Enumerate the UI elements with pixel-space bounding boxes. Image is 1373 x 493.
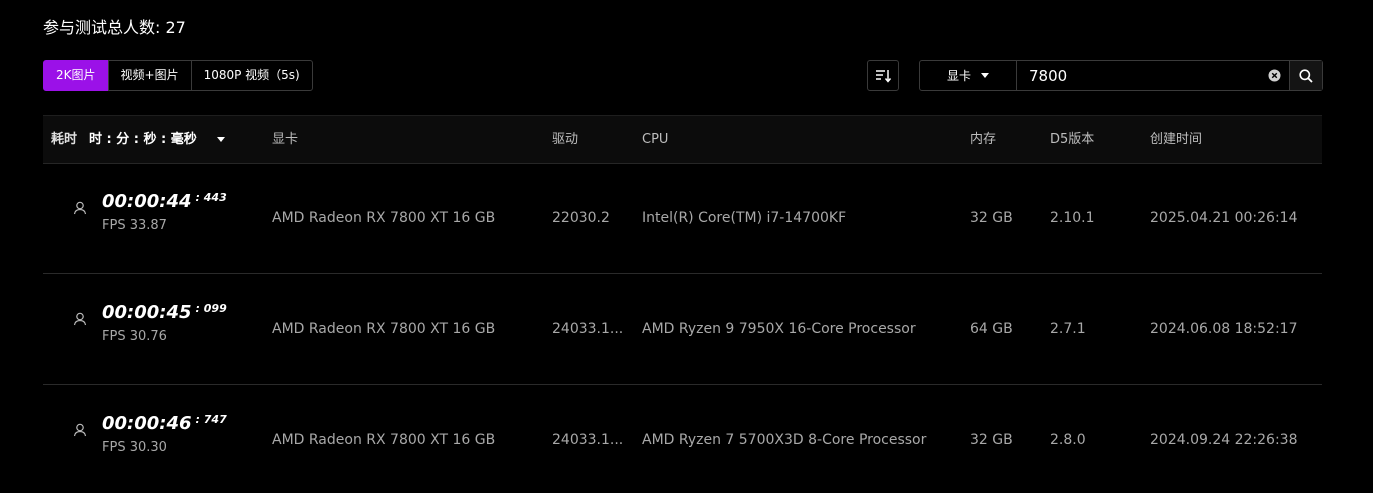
header-cpu: CPU	[642, 132, 669, 147]
user-icon	[73, 312, 87, 326]
cell-created-time: 2024.09.24 22:26:38	[1150, 432, 1298, 448]
elapsed-time: 00:00:45: 099 FPS 30.76	[102, 302, 227, 344]
cell-memory: 32 GB	[970, 210, 1013, 226]
search-icon	[1299, 68, 1313, 83]
cell-cpu: Intel(R) Core(TM) i7-14700KF	[642, 210, 847, 226]
header-time: 耗时 时 : 分 : 秒 : 毫秒	[51, 116, 225, 163]
time-value: 00:00:46	[102, 413, 192, 434]
time-value: 00:00:44	[102, 191, 192, 212]
header-created-time: 创建时间	[1150, 132, 1203, 147]
tab-video-image[interactable]: 视频+图片	[107, 60, 192, 91]
cell-d5-version: 2.10.1	[1050, 210, 1095, 226]
cell-created-time: 2025.04.21 00:26:14	[1150, 210, 1298, 226]
header-driver: 驱动	[552, 132, 579, 147]
table-row[interactable]: 00:00:44: 443 FPS 33.87 AMD Radeon RX 78…	[43, 163, 1322, 274]
header-time-label: 耗时	[51, 132, 78, 147]
fps-value: FPS 30.30	[102, 440, 167, 455]
fps-value: FPS 33.87	[102, 218, 167, 233]
table-header: 耗时 时 : 分 : 秒 : 毫秒 显卡 驱动 CPU 内存 D5版本 创建时间	[43, 115, 1322, 164]
user-icon	[73, 201, 87, 215]
search-type-label: 显卡	[946, 69, 971, 83]
cell-d5-version: 2.8.0	[1050, 432, 1086, 448]
elapsed-time: 00:00:44: 443 FPS 33.87	[102, 191, 227, 233]
cell-driver: 24033.1...	[552, 432, 624, 448]
cell-memory: 32 GB	[970, 432, 1013, 448]
cell-gpu: AMD Radeon RX 7800 XT 16 GB	[272, 432, 496, 448]
cell-created-time: 2024.06.08 18:52:17	[1150, 321, 1298, 337]
time-value: 00:00:45	[102, 302, 192, 323]
clear-icon	[1268, 69, 1280, 82]
cell-memory: 64 GB	[970, 321, 1013, 337]
tab-1080p-video[interactable]: 1080P 视频（5s)	[190, 60, 313, 91]
time-format-label: 时 : 分 : 秒 : 毫秒	[89, 132, 197, 147]
elapsed-time: 00:00:46: 747 FPS 30.30	[102, 413, 227, 455]
cell-cpu: AMD Ryzen 9 7950X 16-Core Processor	[642, 321, 916, 337]
cell-d5-version: 2.7.1	[1050, 321, 1086, 337]
test-type-tabs: 2K图片 视频+图片 1080P 视频（5s)	[43, 60, 313, 91]
time-ms: : 443	[195, 191, 227, 204]
chevron-down-icon	[216, 137, 225, 142]
table-row[interactable]: 00:00:45: 099 FPS 30.76 AMD Radeon RX 78…	[43, 274, 1322, 385]
total-participants: 参与测试总人数: 27	[43, 18, 186, 37]
header-d5-version: D5版本	[1050, 132, 1095, 147]
sort-icon	[876, 69, 891, 83]
header-memory: 内存	[970, 132, 997, 147]
search-button[interactable]	[1289, 61, 1322, 90]
header-gpu: 显卡	[272, 132, 299, 147]
tab-2k-image[interactable]: 2K图片	[43, 60, 109, 91]
search-bar: 显卡	[919, 60, 1323, 91]
cell-driver: 24033.1...	[552, 321, 624, 337]
cell-cpu: AMD Ryzen 7 5700X3D 8-Core Processor	[642, 432, 927, 448]
clear-button[interactable]	[1259, 61, 1289, 90]
user-icon	[73, 423, 87, 437]
cell-driver: 22030.2	[552, 210, 610, 226]
chevron-down-icon	[981, 73, 989, 78]
time-ms: : 747	[195, 413, 227, 426]
fps-value: FPS 30.76	[102, 329, 167, 344]
table-row[interactable]: 00:00:46: 747 FPS 30.30 AMD Radeon RX 78…	[43, 385, 1322, 493]
cell-gpu: AMD Radeon RX 7800 XT 16 GB	[272, 321, 496, 337]
search-type-select[interactable]: 显卡	[920, 61, 1017, 90]
time-format-select[interactable]: 时 : 分 : 秒 : 毫秒	[89, 116, 225, 163]
page: 参与测试总人数: 27 2K图片 视频+图片 1080P 视频（5s) 显卡 7…	[0, 0, 1373, 493]
sort-button[interactable]	[867, 60, 899, 91]
time-ms: : 099	[195, 302, 227, 315]
search-input[interactable]	[1017, 61, 1259, 90]
cell-gpu: AMD Radeon RX 7800 XT 16 GB	[272, 210, 496, 226]
